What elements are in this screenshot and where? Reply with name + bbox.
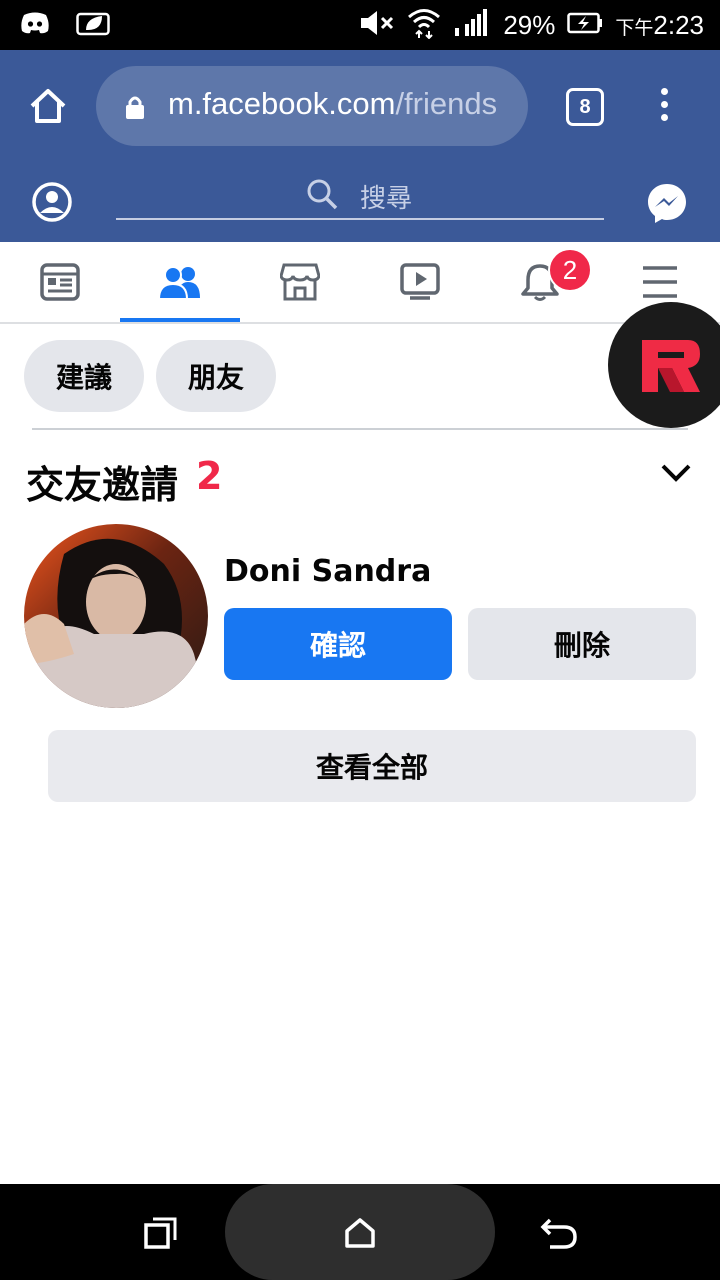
browser-toolbar: m.facebook.com/friends 8: [0, 50, 720, 162]
chip-suggestions[interactable]: 建議: [24, 340, 144, 412]
address-bar[interactable]: m.facebook.com/friends: [96, 66, 528, 146]
tab-watch[interactable]: [360, 242, 480, 322]
friends-icon: [158, 266, 200, 300]
confirm-button[interactable]: 確認: [224, 608, 452, 680]
facebook-header: 搜尋: [0, 162, 720, 242]
wifi-icon: [407, 7, 441, 43]
home-icon: [345, 1218, 375, 1248]
search-placeholder: 搜尋: [360, 184, 413, 214]
chevron-down-icon[interactable]: [660, 462, 692, 488]
clock: 下午2:23: [615, 9, 704, 40]
marketplace-icon: [280, 263, 320, 301]
browser-home-icon[interactable]: [28, 86, 68, 126]
avatar[interactable]: [24, 524, 208, 708]
r-logo-icon: [642, 340, 700, 392]
browser-menu-icon[interactable]: [654, 88, 674, 128]
back-icon[interactable]: [540, 1216, 578, 1254]
floating-r-app-bubble[interactable]: [608, 302, 720, 428]
system-navigation-bar: [0, 1184, 720, 1280]
status-bar: 29% 下午2:23: [0, 0, 720, 50]
messenger-icon[interactable]: [646, 182, 688, 228]
battery-percent: 29%: [503, 9, 556, 40]
tab-marketplace[interactable]: [240, 242, 360, 322]
see-all-button[interactable]: 查看全部: [48, 730, 696, 802]
tab-switcher-button[interactable]: 8: [566, 88, 604, 126]
tab-news-feed[interactable]: [0, 242, 120, 322]
home-button[interactable]: [225, 1184, 495, 1280]
news-feed-icon: [40, 263, 80, 301]
signal-icon: [453, 8, 491, 42]
battery-charging-icon: [567, 12, 603, 38]
search-icon: [306, 178, 338, 214]
notification-badge: 2: [548, 248, 592, 292]
requester-name[interactable]: Doni Sandra: [224, 554, 431, 589]
lock-icon: [124, 94, 146, 124]
muted-speaker-icon: [359, 9, 395, 41]
recent-apps-icon[interactable]: [144, 1216, 178, 1254]
delete-button[interactable]: 刪除: [468, 608, 696, 680]
hamburger-menu-icon: [643, 266, 677, 298]
tab-friends[interactable]: [120, 242, 240, 322]
watch-icon: [400, 263, 440, 300]
friend-requests-title: 交友邀請: [26, 463, 179, 507]
discord-icon: [20, 11, 50, 39]
friend-requests-count: 2: [196, 454, 223, 498]
chip-friends[interactable]: 朋友: [156, 340, 276, 412]
url-text: m.facebook.com/friends: [168, 86, 498, 121]
leaf-notification-icon: [76, 10, 110, 40]
profile-icon[interactable]: [32, 182, 72, 226]
divider: [32, 428, 688, 430]
search-input[interactable]: 搜尋: [116, 172, 604, 220]
